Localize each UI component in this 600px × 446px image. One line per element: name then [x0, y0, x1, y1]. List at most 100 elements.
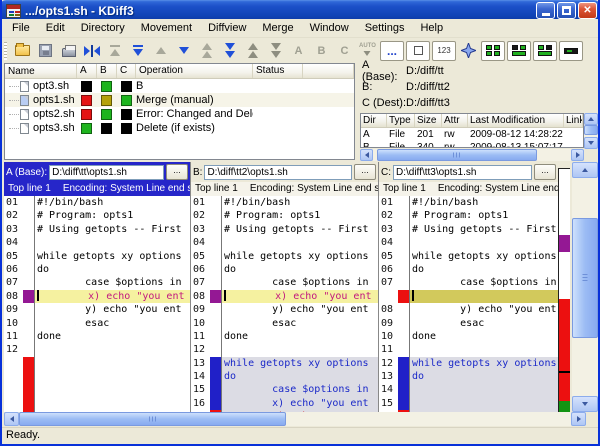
hscroll-thumb[interactable]	[19, 412, 286, 426]
column-dir[interactable]: Dir	[361, 114, 387, 127]
close-button[interactable]: ✕	[578, 2, 597, 19]
code-line[interactable]: 15	[379, 397, 558, 410]
code-line[interactable]: 16 x) echo "you ent	[191, 397, 378, 410]
file-info-row[interactable]: AFile201rw2009-08-12 14:28:22	[361, 128, 583, 141]
code-line[interactable]: 01#!/bin/bash	[191, 196, 378, 209]
code-line[interactable]: 11	[379, 343, 558, 356]
code-line[interactable]: 13while getopts xy options	[191, 357, 378, 370]
code-line[interactable]: 06do	[191, 263, 378, 276]
choose-a-button[interactable]: A	[287, 40, 310, 61]
split-ab-button[interactable]	[507, 41, 531, 61]
code-line[interactable]: 04	[191, 236, 378, 249]
file-list-row[interactable]: opt3.shB	[5, 79, 354, 93]
pane-a-path-input[interactable]	[49, 165, 164, 180]
prev-delta-button[interactable]	[149, 40, 172, 61]
code-line[interactable]: 10done	[379, 330, 558, 343]
pane-b-path-input[interactable]	[204, 165, 352, 180]
split-single-button[interactable]	[559, 41, 583, 61]
code-line[interactable]: 10 esac	[191, 317, 378, 330]
pane-c-path-input[interactable]	[393, 165, 532, 180]
code-line[interactable]: 07 case $options in	[191, 276, 378, 289]
code-line[interactable]: 04	[4, 236, 190, 249]
column-name[interactable]: Name	[5, 64, 77, 78]
next-delta-button[interactable]	[172, 40, 195, 61]
column-operation[interactable]: Operation	[136, 64, 253, 78]
save-button[interactable]	[34, 40, 57, 61]
main-hscrollbar[interactable]	[4, 412, 586, 426]
code-line[interactable]	[4, 357, 190, 370]
next-unsolved-conflict-button[interactable]	[264, 40, 287, 61]
code-line[interactable]: 09 y) echo "you ent	[4, 303, 190, 316]
minimize-button[interactable]	[536, 2, 555, 19]
code-line[interactable]: 03# Using getopts -- First	[4, 223, 190, 236]
go-current-delta-button[interactable]	[126, 40, 149, 61]
code-line[interactable]: 13do	[379, 370, 558, 383]
menu-directory[interactable]: Directory	[73, 20, 133, 36]
toolbar-handle[interactable]	[4, 42, 7, 60]
main-vscrollbar[interactable]	[572, 162, 598, 412]
next-conflict-button[interactable]	[218, 40, 241, 61]
code-line[interactable]: 01#!/bin/bash	[4, 196, 190, 209]
menu-file[interactable]: File	[4, 20, 38, 36]
column-status[interactable]: Status	[253, 64, 303, 78]
code-line[interactable]: 02# Program: opts1	[379, 209, 558, 222]
code-line[interactable]: 06do	[379, 263, 558, 276]
code-line[interactable]	[4, 383, 190, 396]
code-line[interactable]	[379, 290, 558, 303]
code-line[interactable]: 09 y) echo "you ent	[191, 303, 378, 316]
code-line[interactable]: 14do	[191, 370, 378, 383]
choose-b-button[interactable]: B	[310, 40, 333, 61]
code-line[interactable]: 07 case $options in	[4, 276, 190, 289]
merge-button[interactable]	[80, 40, 103, 61]
code-line[interactable]: 02# Program: opts1	[4, 209, 190, 222]
code-line[interactable]: 09 esac	[379, 317, 558, 330]
pane-c-code[interactable]: 01#!/bin/bash02# Program: opts103# Using…	[379, 196, 558, 412]
code-line[interactable]: 02# Program: opts1	[191, 209, 378, 222]
code-line[interactable]: 15 case $options in	[191, 383, 378, 396]
split-ba-button[interactable]	[533, 41, 557, 61]
pane-a-browse-button[interactable]: ...	[166, 164, 188, 180]
file-info-hscrollbar[interactable]	[360, 149, 584, 161]
code-line[interactable]: 08 x) echo "you ent	[4, 290, 190, 303]
prev-conflict-button[interactable]	[195, 40, 218, 61]
code-line[interactable]: 06do	[4, 263, 190, 276]
code-line[interactable]: 12	[4, 343, 190, 356]
code-line[interactable]: 05while getopts xy options	[191, 250, 378, 263]
overview-button[interactable]	[457, 40, 480, 61]
menu-help[interactable]: Help	[412, 20, 451, 36]
code-line[interactable]: 11done	[4, 330, 190, 343]
show-whitespace-chars-button[interactable]	[406, 41, 430, 61]
menu-settings[interactable]: Settings	[357, 20, 413, 36]
pane-a-code[interactable]: 01#!/bin/bash02# Program: opts103# Using…	[4, 196, 190, 412]
code-line[interactable]: 14	[379, 383, 558, 396]
maximize-button[interactable]	[557, 2, 576, 19]
code-line[interactable]	[4, 370, 190, 383]
file-list-row[interactable]: opts3.shDelete (if exists)	[5, 121, 354, 135]
column-size[interactable]: Size	[415, 114, 442, 127]
open-button[interactable]	[11, 40, 34, 61]
pane-b-code[interactable]: 01#!/bin/bash02# Program: opts103# Using…	[191, 196, 378, 412]
show-line-numbers-button[interactable]: 123	[432, 41, 456, 61]
code-line[interactable]: 08 x) echo "you ent	[191, 290, 378, 303]
choose-c-button[interactable]: C	[333, 40, 356, 61]
code-line[interactable]: 08 y) echo "you ent	[379, 303, 558, 316]
code-line[interactable]: 11done	[191, 330, 378, 343]
code-line[interactable]: 10 esac	[4, 317, 190, 330]
code-line[interactable]: 12	[191, 343, 378, 356]
column-a[interactable]: A	[77, 64, 97, 78]
code-line[interactable]: 05while getopts xy options	[4, 250, 190, 263]
column-attr[interactable]: Attr	[442, 114, 468, 127]
column-b[interactable]: B	[97, 64, 117, 78]
code-line[interactable]: 12while getopts xy options	[379, 357, 558, 370]
menu-merge[interactable]: Merge	[254, 20, 301, 36]
pane-b-browse-button[interactable]: ...	[354, 164, 376, 180]
pane-c-browse-button[interactable]: ...	[534, 164, 556, 180]
column-c[interactable]: C	[117, 64, 136, 78]
vscroll-thumb[interactable]	[572, 218, 598, 338]
code-line[interactable]: 03# Using getopts -- First	[191, 223, 378, 236]
column-link-destination[interactable]: Link-Destin	[564, 114, 583, 127]
file-info-vscrollbar[interactable]	[584, 113, 598, 149]
menu-diffview[interactable]: Diffview	[200, 20, 254, 36]
show-whitespace-button[interactable]: ...	[380, 41, 404, 61]
menu-window[interactable]: Window	[302, 20, 357, 36]
